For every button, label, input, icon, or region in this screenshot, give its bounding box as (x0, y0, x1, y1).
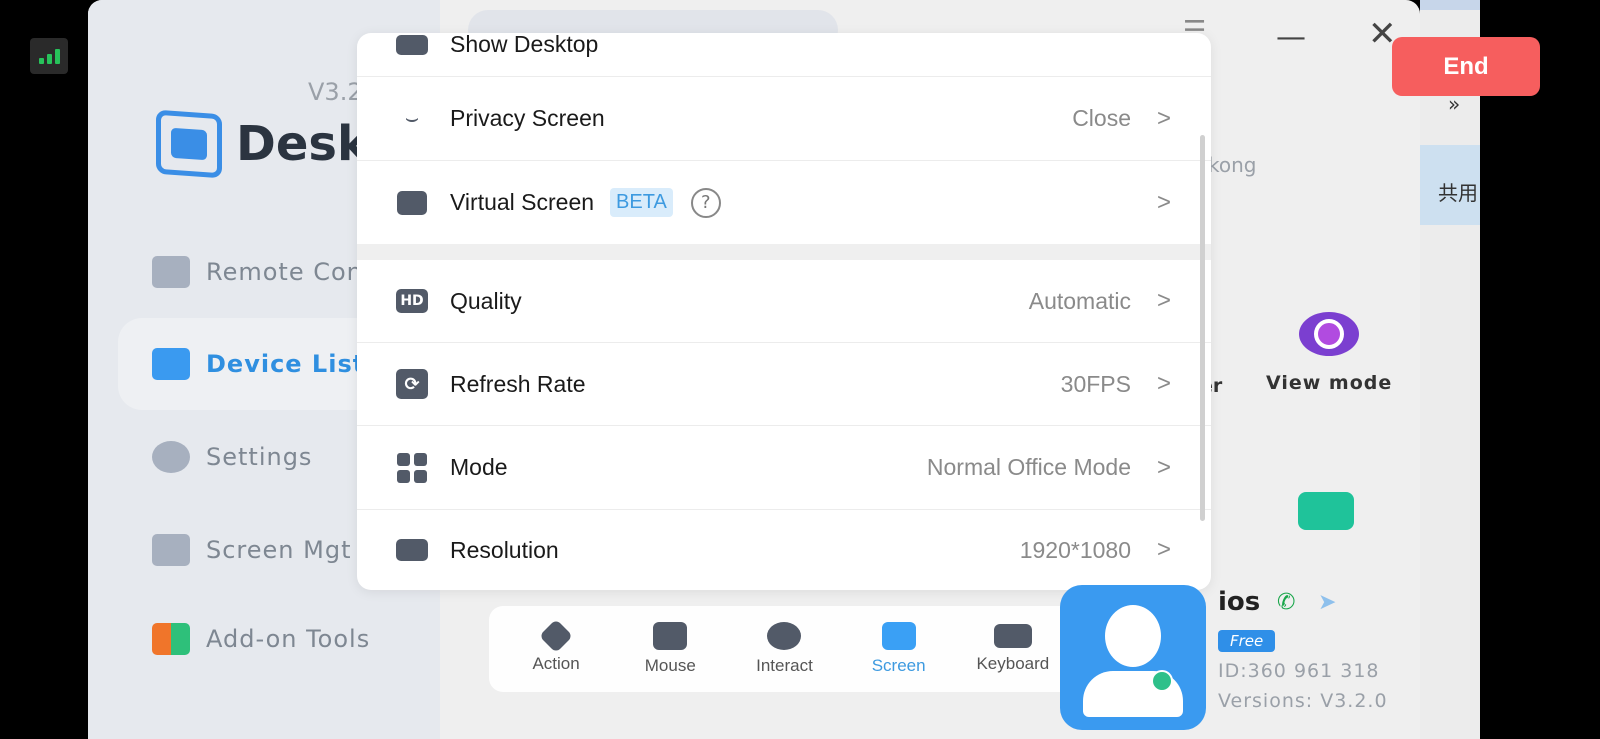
sidebar-item-label: Add-on Tools (206, 625, 371, 653)
app-version: V3.2 (308, 78, 363, 106)
row-label: Privacy Screen (450, 105, 605, 131)
addon-tools-icon (152, 623, 190, 655)
row-label: Virtual Screen (450, 189, 595, 215)
link-icon (1151, 670, 1173, 692)
row-label: Resolution (450, 536, 559, 563)
menu-row-resolution[interactable]: Resolution 1920*1080 > (357, 510, 1211, 590)
gear-icon (152, 441, 190, 473)
minimize-button[interactable]: — (1276, 20, 1306, 55)
phone-icon[interactable]: ✆ (1277, 590, 1295, 615)
toolbar-screen[interactable]: Screen (844, 622, 954, 676)
sidebar-item-label: Device List (206, 350, 366, 378)
toolbar-keyboard[interactable]: Keyboard (958, 624, 1068, 674)
monitor-icon (395, 33, 429, 60)
app-logo: DeskI (156, 109, 387, 179)
refresh-icon: ⟳ (395, 369, 429, 399)
row-value: Close (1072, 105, 1131, 131)
toolbar-action[interactable]: Action (501, 619, 611, 674)
help-icon[interactable]: ? (690, 187, 721, 218)
end-session-button[interactable]: End (1392, 37, 1540, 96)
row-value: Automatic (1028, 287, 1131, 314)
chevron-right-icon: > (1156, 188, 1171, 216)
toolbar-label: Interact (756, 656, 813, 675)
scrollbar[interactable] (1200, 135, 1205, 521)
toolbar-label: Action (532, 654, 580, 673)
row-label: Mode (450, 454, 508, 480)
device-name: ios (1218, 587, 1261, 617)
toolbar-label: Mouse (644, 656, 696, 675)
signal-bars-icon (30, 38, 68, 74)
resolution-icon (395, 535, 429, 565)
device-list-icon (152, 348, 190, 380)
virtual-screen-icon (395, 188, 429, 218)
row-value: 1920*1080 (1019, 536, 1131, 563)
screen-icon (881, 622, 916, 650)
avatar (1060, 585, 1206, 730)
toolbar-label: Keyboard (976, 654, 1050, 673)
beta-badge: BETA (610, 188, 673, 217)
remote-control-icon (152, 256, 190, 288)
chevron-right-icon: > (1156, 104, 1171, 132)
row-label: Quality (450, 287, 522, 314)
grid-icon (395, 452, 429, 483)
mouse-icon (653, 622, 688, 650)
eye-icon (1299, 312, 1360, 356)
device-version: Versions: V3.2.0 (1218, 690, 1388, 712)
chevron-right-icon: > (1156, 370, 1171, 397)
row-label: Show Desktop (450, 33, 599, 57)
screen-mgt-icon (152, 534, 190, 566)
menu-row-mode[interactable]: Mode Normal Office Mode > (357, 426, 1211, 510)
keyboard-icon (993, 624, 1032, 648)
menu-row-virtual-screen[interactable]: Virtual Screen BETA? > (357, 161, 1211, 244)
menu-row-quality[interactable]: HD Quality Automatic > (357, 260, 1211, 343)
partial-username: kong (1208, 153, 1257, 177)
menu-row-privacy-screen[interactable]: ⌣ Privacy Screen Close > (357, 77, 1211, 161)
section-divider (357, 244, 1211, 260)
sidebar-item-label: Settings (206, 443, 313, 471)
background-window: » 共用 (1420, 0, 1480, 739)
logo-icon (156, 109, 222, 179)
view-mode-label: View mode (1266, 372, 1393, 394)
bottom-toolbar: Action Mouse Interact Screen Keyboard (489, 606, 1080, 692)
menu-row-refresh-rate[interactable]: ⟳ Refresh Rate 30FPS > (357, 343, 1211, 426)
screen-settings-menu: Show Desktop ⌣ Privacy Screen Close > Virtu… (357, 33, 1211, 590)
menu-row-show-desktop[interactable]: Show Desktop (357, 33, 1211, 77)
toolbar-mouse[interactable]: Mouse (615, 622, 725, 676)
row-label: Refresh Rate (450, 370, 586, 397)
view-mode-button[interactable]: View mode (1266, 312, 1392, 394)
toolbar-interact[interactable]: Interact (729, 622, 839, 676)
row-value: Normal Office Mode (926, 454, 1131, 480)
sidebar-item-label: Screen Mgt (206, 536, 352, 564)
eye-closed-icon: ⌣ (404, 106, 420, 131)
partial-text: 共用 (1420, 145, 1480, 225)
plan-badge: Free (1218, 630, 1276, 652)
chevron-right-icon: > (1156, 536, 1171, 563)
cursor-icon[interactable]: ➤ (1318, 590, 1336, 615)
chat-icon (767, 622, 802, 650)
video-camera-icon[interactable] (1298, 492, 1354, 530)
device-id: ID:360 961 318 (1218, 660, 1380, 682)
hd-icon: HD (395, 286, 429, 316)
layers-icon (539, 619, 574, 653)
sidebar-item-label: Remote Cont (206, 258, 374, 286)
chevron-right-icon: > (1156, 287, 1171, 314)
sidebar-item-addon-tools[interactable]: Add-on Tools (118, 593, 418, 685)
row-value: 30FPS (1060, 370, 1131, 397)
toolbar-label: Screen (871, 656, 926, 675)
chevron-right-icon: > (1156, 453, 1171, 481)
